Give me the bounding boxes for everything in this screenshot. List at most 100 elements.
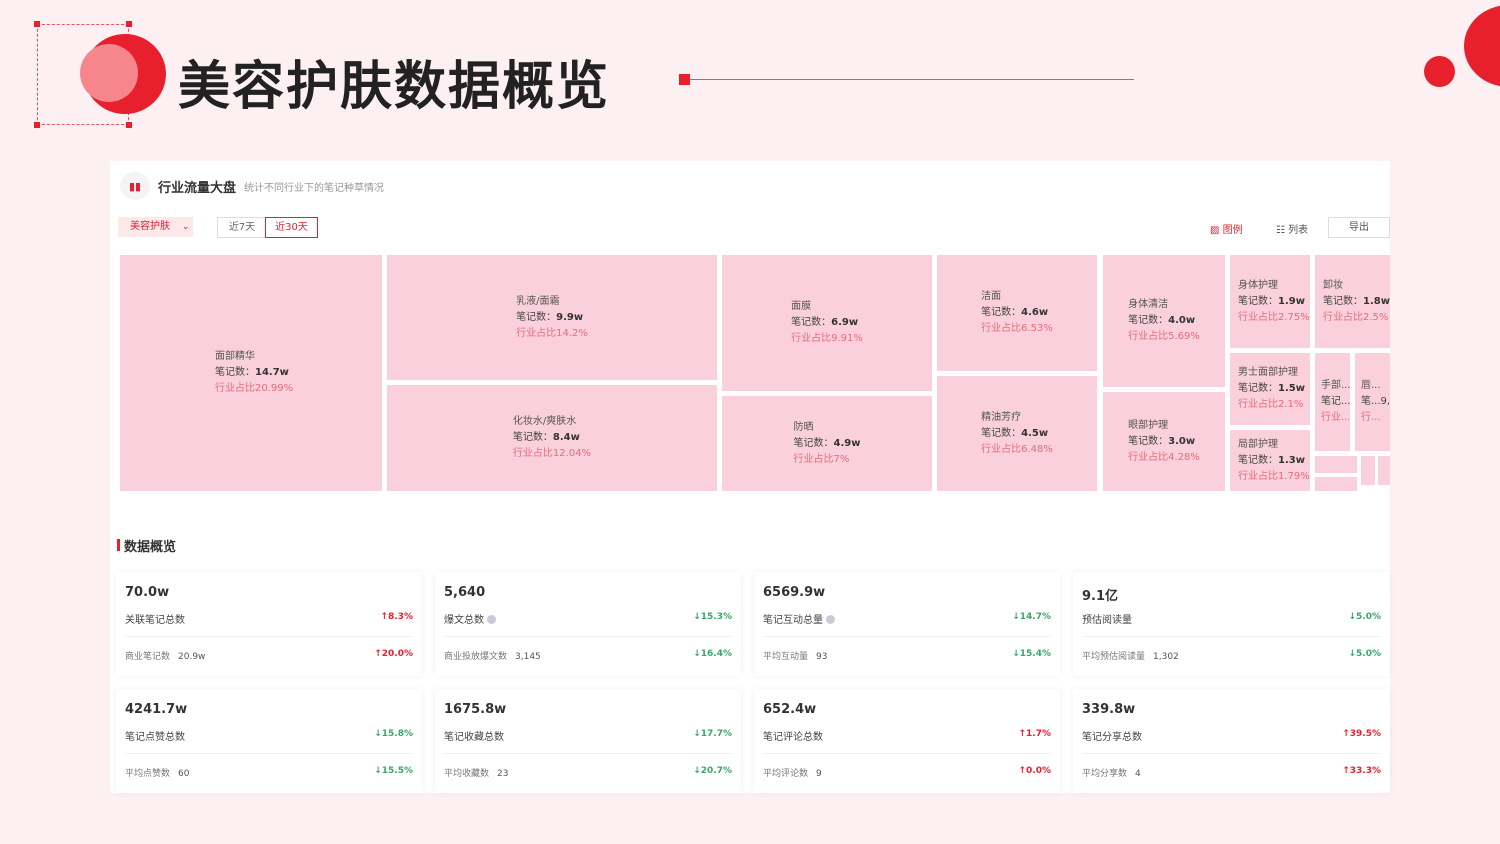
tile-name: 身体清洁 xyxy=(1128,299,1169,310)
list-view-toggle[interactable]: ☷ 列表 xyxy=(1276,221,1308,236)
metric-label: 预估阅读量 xyxy=(1082,615,1132,626)
sub-metric-label: 商业笔记数 xyxy=(125,652,171,662)
sub-metric-value: 3,145 xyxy=(515,652,541,662)
metric-card: 652.4w 笔记评论总数 ↑1.7% 平均评论数 9 ↑0.0% xyxy=(754,689,1060,793)
info-icon[interactable] xyxy=(826,615,835,624)
category-select-label: 美容护肤 xyxy=(130,221,170,232)
sub-metric-label: 平均互动量 xyxy=(763,652,809,662)
treemap-tile[interactable]: 精油芳疗 笔记数：4.5w 行业占比6.48% xyxy=(937,376,1097,491)
tile-count-label: 笔记数： xyxy=(1238,454,1278,466)
bar-chart-icon: ▮▮ xyxy=(120,172,150,200)
treemap-tile[interactable]: 乳液/面霜 笔记数：9.9w 行业占比14.2% xyxy=(387,255,717,380)
sub-metric-label: 平均预估阅读量 xyxy=(1082,652,1146,662)
tile-name: 男士面部护理 xyxy=(1238,367,1298,378)
tile-count-label: 笔记数： xyxy=(981,307,1022,318)
tile-name: 面膜 xyxy=(791,301,812,312)
sub-metric-change: ↓15.4% xyxy=(1012,649,1051,659)
treemap-tile[interactable] xyxy=(1361,456,1375,485)
tile-count-value: 14.7w xyxy=(255,367,289,378)
metric-value: 5,640 xyxy=(444,585,486,600)
tile-share: 行业... xyxy=(1321,412,1350,423)
treemap-tile[interactable]: 身体清洁 笔记数：4.0w 行业占比5.69% xyxy=(1103,255,1225,387)
tile-count-value: 4.0w xyxy=(1168,315,1196,326)
title-line-dot xyxy=(679,74,690,85)
decorative-circle-large xyxy=(1464,5,1500,87)
treemap-tile[interactable]: 局部护理 笔记数：1.3w 行业占比1.79% xyxy=(1230,430,1310,491)
range-7-days-button[interactable]: 近7天 xyxy=(217,217,267,238)
tile-count-label: 笔...9, xyxy=(1361,396,1390,407)
tile-name: 面部精华 xyxy=(215,351,255,362)
sub-metric-change: ↓15.5% xyxy=(374,766,413,776)
tile-count-value: 1.5w xyxy=(1278,383,1305,394)
metric-card: 6569.9w 笔记互动总量 ↓14.7% 平均互动量 93 ↓15.4% xyxy=(754,572,1060,676)
treemap-tile[interactable]: 眼部护理 笔记数：3.0w 行业占比4.28% xyxy=(1103,392,1225,491)
tile-share: 行业占比7% xyxy=(793,453,850,465)
treemap-tile[interactable] xyxy=(1315,477,1357,491)
tile-count-value: 4.5w xyxy=(1021,427,1049,439)
treemap-tile[interactable]: 洁面 笔记数：4.6w 行业占比6.53% xyxy=(937,255,1097,371)
sub-metric-value: 93 xyxy=(816,652,828,662)
tile-count-value: 4.6w xyxy=(1021,307,1049,318)
tile-share: 行业占比9.91% xyxy=(791,333,863,344)
tile-count-value: 1.3w xyxy=(1278,454,1305,466)
tile-count-label: 笔记数： xyxy=(1128,435,1169,447)
metric-value: 652.4w xyxy=(763,702,817,717)
treemap-tile[interactable]: 化妆水/爽肤水 笔记数：8.4w 行业占比12.04% xyxy=(387,385,717,491)
metric-card: 70.0w 关联笔记总数 ↑8.3% 商业笔记数 20.9w ↑20.0% xyxy=(116,572,422,676)
tile-share: 行业占比5.69% xyxy=(1128,331,1200,342)
treemap-tile[interactable] xyxy=(1378,456,1390,485)
metric-change: ↑8.3% xyxy=(380,612,413,622)
sub-metric-value: 20.9w xyxy=(178,652,206,662)
treemap-tile[interactable]: 身体护理 笔记数：1.9w 行业占比2.75% xyxy=(1230,255,1310,348)
treemap-tile[interactable]: 卸妆 笔记数：1.8w 行业占比2.5% xyxy=(1315,255,1390,348)
export-button[interactable]: 导出 xyxy=(1328,217,1390,238)
tile-count-label: 笔记数： xyxy=(215,367,255,378)
chart-view-label: 图例 xyxy=(1222,225,1243,236)
metric-card: 9.1亿 预估阅读量 ↓5.0% 平均预估阅读量 1,302 ↓5.0% xyxy=(1073,572,1390,676)
metric-change: ↓15.3% xyxy=(693,612,732,622)
tile-share: 行业占比2.1% xyxy=(1238,399,1304,410)
tile-count-label: 笔记数： xyxy=(1238,383,1278,394)
treemap-tile[interactable] xyxy=(1315,456,1357,473)
metric-label: 关联笔记总数 xyxy=(125,615,185,626)
metric-label: 笔记收藏总数 xyxy=(444,732,504,743)
sub-metric-change: ↓16.4% xyxy=(693,649,732,659)
tile-count-label: 笔记数： xyxy=(1323,295,1363,307)
tile-name: 乳液/面霜 xyxy=(516,295,560,307)
tile-count-value: 3.0w xyxy=(1168,435,1196,447)
treemap-tile[interactable]: 面膜 笔记数：6.9w 行业占比9.91% xyxy=(722,255,932,391)
tile-count-value: 9.9w xyxy=(556,311,584,323)
treemap-tile[interactable]: 防晒 笔记数：4.9w 行业占比7% xyxy=(722,396,932,491)
tile-count-value: 4.9w xyxy=(833,437,861,449)
tile-count-label: 笔记数： xyxy=(512,432,553,443)
treemap-tile[interactable]: 手部... 笔记... 行业... xyxy=(1315,353,1350,451)
sub-metric-value: 9 xyxy=(816,769,822,779)
metric-card: 339.8w 笔记分享总数 ↑39.5% 平均分享数 4 ↑33.3% xyxy=(1073,689,1390,793)
metric-label: 笔记分享总数 xyxy=(1082,732,1142,743)
metric-value: 70.0w xyxy=(125,585,170,600)
tile-share: 行业占比2.5% xyxy=(1323,311,1389,323)
treemap-tile[interactable]: 面部精华 笔记数：14.7w 行业占比20.99% xyxy=(120,255,382,491)
tile-share: 行... xyxy=(1361,412,1381,423)
sub-metric-change: ↑33.3% xyxy=(1342,766,1381,776)
range-30-days-button[interactable]: 近30天 xyxy=(265,217,318,238)
metric-change: ↓17.7% xyxy=(693,729,732,739)
treemap-tile[interactable]: 唇... 笔...9, 行... xyxy=(1355,353,1390,451)
category-select[interactable]: 美容护肤 ⌄ xyxy=(118,217,193,237)
tile-name: 精油芳疗 xyxy=(981,411,1022,423)
treemap-tile[interactable]: 男士面部护理 笔记数：1.5w 行业占比2.1% xyxy=(1230,353,1310,425)
list-icon: ☷ xyxy=(1276,225,1285,236)
chart-view-toggle[interactable]: ▨ 图例 xyxy=(1210,221,1243,236)
chevron-down-icon: ⌄ xyxy=(182,222,190,232)
sub-metric-label: 商业投放爆文数 xyxy=(444,652,508,662)
tile-count-label: 笔记数： xyxy=(1128,315,1169,326)
info-icon[interactable] xyxy=(487,615,496,624)
dashboard-panel: ▮▮ 行业流量大盘 统计不同行业下的笔记种草情况 美容护肤 ⌄ 近7天 近30天… xyxy=(110,161,1390,793)
tile-count-label: 笔记数： xyxy=(793,437,834,449)
tile-share: 行业占比6.48% xyxy=(981,443,1053,455)
tile-count-value: 6.9w xyxy=(831,317,859,328)
tile-count-label: 笔记数： xyxy=(1238,295,1278,307)
chart-icon: ▨ xyxy=(1210,225,1220,236)
sub-metric-change: ↓20.7% xyxy=(693,766,732,776)
metric-card: 4241.7w 笔记点赞总数 ↓15.8% 平均点赞数 60 ↓15.5% xyxy=(116,689,422,793)
